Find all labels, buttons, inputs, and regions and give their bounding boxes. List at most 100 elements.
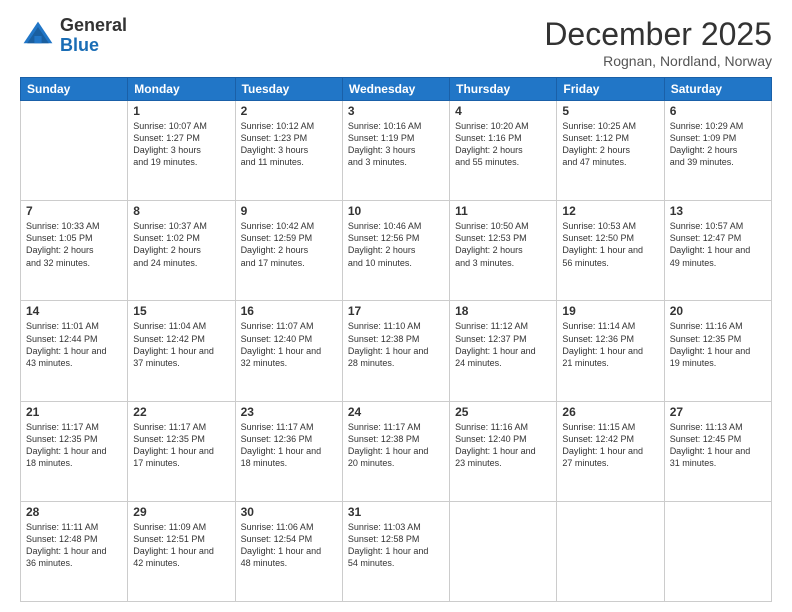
day-info: Sunrise: 10:42 AM Sunset: 12:59 PM Dayli… [241,220,337,269]
calendar-cell: 23 Sunrise: 11:17 AM Sunset: 12:36 PM Day… [235,401,342,501]
day-number: 31 [348,505,444,519]
calendar-cell: 29 Sunrise: 11:09 AM Sunset: 12:51 PM Day… [128,501,235,601]
day-number: 7 [26,204,122,218]
col-saturday: Saturday [664,78,771,101]
day-info: Sunrise: 11:17 AM Sunset: 12:35 PM Dayli… [26,421,122,470]
calendar-cell: 6 Sunrise: 10:29 AM Sunset: 1:09 PM Dayli… [664,101,771,201]
logo-blue: Blue [60,35,99,55]
day-info: Sunrise: 10:57 AM Sunset: 12:47 PM Dayli… [670,220,766,269]
day-info: Sunrise: 11:17 AM Sunset: 12:38 PM Dayli… [348,421,444,470]
day-info: Sunrise: 11:16 AM Sunset: 12:35 PM Dayli… [670,320,766,369]
calendar-cell: 16 Sunrise: 11:07 AM Sunset: 12:40 PM Day… [235,301,342,401]
day-number: 22 [133,405,229,419]
logo-text: GeneralBlue [60,16,127,56]
day-number: 11 [455,204,551,218]
day-info: Sunrise: 11:03 AM Sunset: 12:58 PM Dayli… [348,521,444,570]
day-number: 19 [562,304,658,318]
day-number: 28 [26,505,122,519]
day-info: Sunrise: 11:14 AM Sunset: 12:36 PM Dayli… [562,320,658,369]
col-sunday: Sunday [21,78,128,101]
header: GeneralBlue December 2025 Rognan, Nordla… [20,16,772,69]
day-number: 4 [455,104,551,118]
day-number: 3 [348,104,444,118]
calendar-week-1: 1 Sunrise: 10:07 AM Sunset: 1:27 PM Dayli… [21,101,772,201]
calendar-cell [557,501,664,601]
day-info: Sunrise: 11:15 AM Sunset: 12:42 PM Dayli… [562,421,658,470]
logo: GeneralBlue [20,16,127,56]
day-number: 6 [670,104,766,118]
calendar-cell [664,501,771,601]
day-number: 25 [455,405,551,419]
calendar-cell: 7 Sunrise: 10:33 AM Sunset: 1:05 PM Dayli… [21,201,128,301]
day-number: 1 [133,104,229,118]
calendar-cell: 27 Sunrise: 11:13 AM Sunset: 12:45 PM Day… [664,401,771,501]
calendar-cell: 4 Sunrise: 10:20 AM Sunset: 1:16 PM Dayli… [450,101,557,201]
day-number: 26 [562,405,658,419]
calendar-cell [450,501,557,601]
calendar-cell: 8Sunrise: 10:37 AM Sunset: 1:02 PM Dayli… [128,201,235,301]
day-info: Sunrise: 10:12 AM Sunset: 1:23 PM Daylig… [241,120,337,169]
calendar-cell: 12 Sunrise: 10:53 AM Sunset: 12:50 PM Day… [557,201,664,301]
day-number: 29 [133,505,229,519]
day-number: 17 [348,304,444,318]
calendar-cell: 5 Sunrise: 10:25 AM Sunset: 1:12 PM Dayli… [557,101,664,201]
weekday-header-row: Sunday Monday Tuesday Wednesday Thursday… [21,78,772,101]
day-info: Sunrise: 11:10 AM Sunset: 12:38 PM Dayli… [348,320,444,369]
day-number: 16 [241,304,337,318]
page: GeneralBlue December 2025 Rognan, Nordla… [0,0,792,612]
calendar-cell: 14Sunrise: 11:01 AM Sunset: 12:44 PM Day… [21,301,128,401]
day-info: Sunrise: 10:33 AM Sunset: 1:05 PM Daylig… [26,220,122,269]
day-info: Sunrise: 10:53 AM Sunset: 12:50 PM Dayli… [562,220,658,269]
day-number: 2 [241,104,337,118]
day-info: Sunrise: 11:07 AM Sunset: 12:40 PM Dayli… [241,320,337,369]
day-info: Sunrise: 11:17 AM Sunset: 12:35 PM Dayli… [133,421,229,470]
day-info: Sunrise: 11:12 AM Sunset: 12:37 PM Dayli… [455,320,551,369]
calendar-week-5: 28 Sunrise: 11:11 AM Sunset: 12:48 PM Day… [21,501,772,601]
title-block: December 2025 Rognan, Nordland, Norway [544,16,772,69]
day-info: Sunrise: 11:04 AM Sunset: 12:42 PM Dayli… [133,320,229,369]
calendar-cell: 18 Sunrise: 11:12 AM Sunset: 12:37 PM Day… [450,301,557,401]
day-number: 23 [241,405,337,419]
day-number: 20 [670,304,766,318]
day-number: 27 [670,405,766,419]
calendar-cell: 24 Sunrise: 11:17 AM Sunset: 12:38 PM Day… [342,401,449,501]
day-number: 8 [133,204,229,218]
calendar-cell: 25 Sunrise: 11:16 AM Sunset: 12:40 PM Day… [450,401,557,501]
location: Rognan, Nordland, Norway [544,53,772,69]
day-info: Sunrise: 11:13 AM Sunset: 12:45 PM Dayli… [670,421,766,470]
month-title: December 2025 [544,16,772,53]
col-friday: Friday [557,78,664,101]
day-info: Sunrise: 11:09 AM Sunset: 12:51 PM Dayli… [133,521,229,570]
calendar-cell: 3Sunrise: 10:16 AM Sunset: 1:19 PM Dayli… [342,101,449,201]
day-info: Sunrise: 10:20 AM Sunset: 1:16 PM Daylig… [455,120,551,169]
calendar-cell: 19 Sunrise: 11:14 AM Sunset: 12:36 PM Day… [557,301,664,401]
calendar-cell: 15 Sunrise: 11:04 AM Sunset: 12:42 PM Day… [128,301,235,401]
day-info: Sunrise: 10:50 AM Sunset: 12:53 PM Dayli… [455,220,551,269]
calendar-cell: 31 Sunrise: 11:03 AM Sunset: 12:58 PM Day… [342,501,449,601]
day-info: Sunrise: 10:07 AM Sunset: 1:27 PM Daylig… [133,120,229,169]
day-number: 21 [26,405,122,419]
calendar-cell: 9 Sunrise: 10:42 AM Sunset: 12:59 PM Dayl… [235,201,342,301]
day-number: 9 [241,204,337,218]
calendar-cell: 10Sunrise: 10:46 AM Sunset: 12:56 PM Day… [342,201,449,301]
day-info: Sunrise: 11:17 AM Sunset: 12:36 PM Dayli… [241,421,337,470]
day-number: 15 [133,304,229,318]
col-tuesday: Tuesday [235,78,342,101]
calendar-cell [21,101,128,201]
calendar-week-2: 7 Sunrise: 10:33 AM Sunset: 1:05 PM Dayli… [21,201,772,301]
logo-icon [20,18,56,54]
calendar-cell: 20 Sunrise: 11:16 AM Sunset: 12:35 PM Day… [664,301,771,401]
day-number: 12 [562,204,658,218]
day-number: 14 [26,304,122,318]
day-info: Sunrise: 11:11 AM Sunset: 12:48 PM Dayli… [26,521,122,570]
day-number: 24 [348,405,444,419]
calendar-cell: 17 Sunrise: 11:10 AM Sunset: 12:38 PM Day… [342,301,449,401]
day-number: 5 [562,104,658,118]
calendar-cell: 11 Sunrise: 10:50 AM Sunset: 12:53 PM Day… [450,201,557,301]
day-info: Sunrise: 10:25 AM Sunset: 1:12 PM Daylig… [562,120,658,169]
day-info: Sunrise: 10:29 AM Sunset: 1:09 PM Daylig… [670,120,766,169]
calendar-cell: 2 Sunrise: 10:12 AM Sunset: 1:23 PM Dayli… [235,101,342,201]
day-info: Sunrise: 10:46 AM Sunset: 12:56 PM Dayli… [348,220,444,269]
day-info: Sunrise: 11:16 AM Sunset: 12:40 PM Dayli… [455,421,551,470]
day-number: 18 [455,304,551,318]
